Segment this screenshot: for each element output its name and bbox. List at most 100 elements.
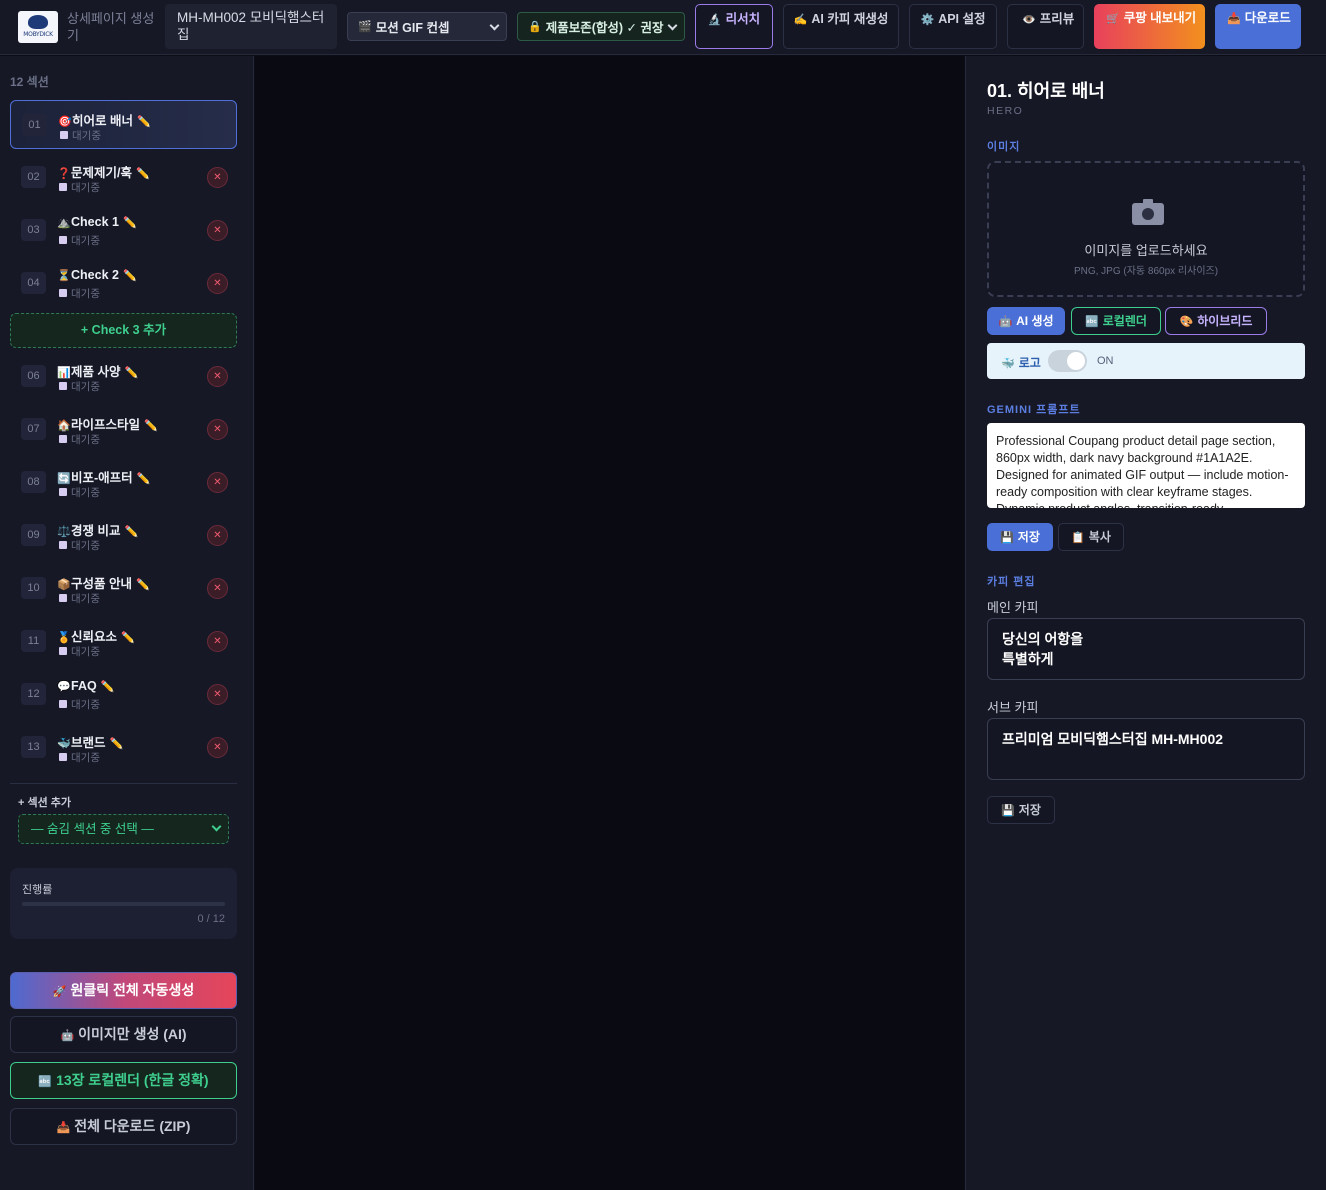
section-number: 06: [21, 365, 46, 387]
pencil-icon[interactable]: ✏️: [123, 217, 137, 229]
mode-ai-button[interactable]: 🤖 AI 생성: [987, 307, 1065, 335]
delete-section-button[interactable]: ✕: [207, 167, 228, 188]
section-item-12[interactable]: 12 💬FAQ ✏️ 대기중 ✕: [10, 670, 237, 719]
status-text: 대기중: [71, 646, 100, 658]
hidden-section-select[interactable]: — 숨김 섹션 중 선택 —: [18, 814, 229, 844]
section-item-11[interactable]: 11 🏅신뢰요소 ✏️ 대기중 ✕: [10, 617, 237, 666]
delete-section-button[interactable]: ✕: [207, 525, 228, 546]
section-editor-subtitle: HERO: [987, 105, 1024, 117]
section-item-13[interactable]: 13 🐳브랜드 ✏️ 대기중 ✕: [10, 723, 237, 772]
status-text: 대기중: [71, 540, 100, 552]
gif-concept-select[interactable]: 🎬 모션 GIF 컨셉: [347, 12, 507, 41]
section-item-07[interactable]: 07 🏠라이프스타일 ✏️ 대기중 ✕: [10, 405, 237, 454]
pencil-icon[interactable]: ✏️: [124, 367, 138, 379]
robot-icon: 🤖: [998, 316, 1013, 328]
pencil-icon[interactable]: ✏️: [124, 526, 138, 538]
preview-button[interactable]: 👁️ 프리뷰: [1007, 4, 1084, 49]
section-item-06[interactable]: 06 📊제품 사양 ✏️ 대기중 ✕: [10, 352, 237, 401]
ai-copy-regenerate-button[interactable]: ✍️ AI 카피 재생성: [783, 4, 899, 49]
section-item-01[interactable]: 01 🎯히어로 배너 ✏️ 대기중: [10, 100, 237, 149]
section-item-09[interactable]: 09 ⚖️경쟁 비교 ✏️ 대기중 ✕: [10, 511, 237, 560]
copy-prompt-button[interactable]: 📋 복사: [1058, 523, 1124, 551]
section-title: 구성품 안내: [71, 577, 132, 591]
save-prompt-button[interactable]: 💾 저장: [987, 523, 1053, 551]
download-button[interactable]: 📥 다운로드: [1215, 4, 1301, 49]
section-item-10[interactable]: 10 📦구성품 안내 ✏️ 대기중 ✕: [10, 564, 237, 613]
pencil-icon[interactable]: ✏️: [144, 420, 158, 432]
image-only-generate-button[interactable]: 🤖 이미지만 생성 (AI): [10, 1016, 237, 1053]
section-title: 라이프스타일: [71, 418, 141, 432]
delete-section-button[interactable]: ✕: [207, 419, 228, 440]
section-title: 제품 사양: [71, 365, 121, 379]
logo-label-text: 로고: [1018, 356, 1041, 370]
target-icon: 🎯: [58, 116, 72, 128]
delete-section-button[interactable]: ✕: [207, 366, 228, 387]
section-number: 13: [21, 736, 46, 758]
main-copy-textarea[interactable]: 당신의 어항을 특별하게: [987, 618, 1305, 680]
delete-section-button[interactable]: ✕: [207, 220, 228, 241]
section-item-03[interactable]: 03 ⛰️Check 1 ✏️ 대기중 ✕: [10, 206, 237, 255]
protect-mode-value: 제품보존(합성) ✓ 권장: [545, 21, 664, 35]
section-item-04[interactable]: 04 ⏳Check 2 ✏️ 대기중 ✕: [10, 259, 237, 308]
local-render-all-button[interactable]: 🔤 13장 로컬렌더 (한글 정확): [10, 1062, 237, 1099]
status-text: 대기중: [71, 182, 100, 194]
pencil-icon[interactable]: ✏️: [137, 473, 151, 485]
gemini-prompt-textarea[interactable]: Professional Coupang product detail page…: [987, 423, 1305, 508]
section-name: 📊제품 사양 ✏️: [57, 361, 138, 380]
pencil-icon[interactable]: ✏️: [137, 116, 151, 128]
status-square-icon: [59, 435, 67, 443]
pencil-icon[interactable]: ✏️: [136, 579, 150, 591]
section-name: ❓문제제기/훅 ✏️: [57, 162, 150, 181]
project-name-field[interactable]: MH-MH002 모비딕햄스터집: [165, 4, 337, 49]
pencil-icon[interactable]: ✏️: [121, 632, 135, 644]
pencil-icon[interactable]: ✏️: [101, 681, 115, 693]
brand-logo[interactable]: MOBYDICK: [18, 11, 58, 43]
save-copy-button[interactable]: 💾 저장: [987, 796, 1055, 824]
section-item-08[interactable]: 08 🔄비포-애프터 ✏️ 대기중 ✕: [10, 458, 237, 507]
preview-canvas[interactable]: [255, 56, 964, 1190]
api-settings-button[interactable]: ⚙️ API 설정: [909, 4, 997, 49]
copy-prompt-label: 복사: [1088, 530, 1111, 544]
mode-hybrid-button[interactable]: 🎨 하이브리드: [1165, 307, 1267, 335]
clapper-icon: 🎬: [358, 21, 372, 33]
logo-toggle-row: 🐳 로고 ON: [987, 343, 1305, 379]
mode-local-render-button[interactable]: 🔤 로컬렌더: [1071, 307, 1161, 335]
delete-section-button[interactable]: ✕: [207, 737, 228, 758]
save-prompt-label: 저장: [1017, 530, 1040, 544]
hourglass-icon: ⏳: [57, 270, 71, 282]
scales-icon: ⚖️: [57, 526, 71, 538]
mountain-icon: ⛰️: [57, 217, 71, 229]
auto-generate-all-button[interactable]: 🚀 원클릭 전체 자동생성: [10, 972, 237, 1009]
coupang-export-button[interactable]: 🛒 쿠팡 내보내기: [1094, 4, 1205, 49]
section-item-02[interactable]: 02 ❓문제제기/훅 ✏️ 대기중 ✕: [10, 153, 237, 202]
section-name: 🎯히어로 배너 ✏️: [58, 110, 151, 129]
robot-icon: 🤖: [60, 1030, 75, 1042]
status-text: 대기중: [72, 130, 101, 142]
section-status: 대기중: [59, 644, 100, 659]
rocket-icon: 🚀: [52, 986, 67, 998]
sub-copy-textarea[interactable]: 프리미엄 모비딕햄스터집 MH-MH002: [987, 718, 1305, 780]
image-upload-dropzone[interactable]: 이미지를 업로드하세요 PNG, JPG (자동 860px 리사이즈): [987, 161, 1305, 297]
logo-toggle-switch[interactable]: [1048, 350, 1087, 372]
download-zip-button[interactable]: 📥 전체 다운로드 (ZIP): [10, 1108, 237, 1145]
delete-section-button[interactable]: ✕: [207, 631, 228, 652]
floppy-disk-icon: 💾: [1001, 805, 1015, 817]
copy-edit-label: 카피 편집: [987, 576, 1036, 588]
floppy-disk-icon: 💾: [1000, 532, 1014, 544]
pencil-icon[interactable]: ✏️: [123, 270, 137, 282]
delete-section-button[interactable]: ✕: [207, 273, 228, 294]
status-square-icon: [59, 700, 67, 708]
section-title: 경쟁 비교: [71, 524, 121, 538]
upload-text: 이미지를 업로드하세요: [1084, 243, 1208, 258]
delete-section-button[interactable]: ✕: [207, 472, 228, 493]
add-check-button[interactable]: + Check 3 추가: [10, 313, 237, 348]
api-settings-label: API 설정: [938, 12, 986, 26]
delete-section-button[interactable]: ✕: [207, 578, 228, 599]
microscope-icon: 🔬: [707, 14, 722, 26]
pencil-icon[interactable]: ✏️: [110, 738, 124, 750]
protect-mode-select[interactable]: 🔒 제품보존(합성) ✓ 권장: [517, 12, 685, 41]
status-text: 대기중: [71, 487, 100, 499]
pencil-icon[interactable]: ✏️: [136, 168, 150, 180]
delete-section-button[interactable]: ✕: [207, 684, 228, 705]
research-button[interactable]: 🔬 리서치: [695, 4, 773, 49]
